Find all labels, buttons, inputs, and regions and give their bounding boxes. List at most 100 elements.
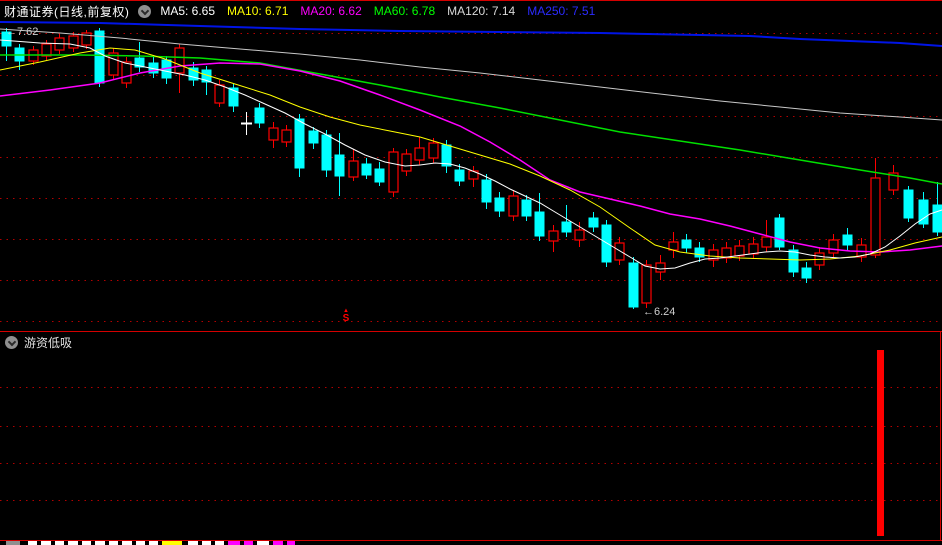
candle-body-down [94, 30, 105, 84]
candle-body-up [388, 151, 399, 193]
candle-body-down [494, 197, 505, 212]
candle [668, 232, 679, 258]
cutoff-text-fragment [68, 541, 78, 545]
candle-body-down [788, 249, 799, 273]
ma-line-MA120 [0, 28, 942, 121]
candle [494, 192, 505, 217]
candle-body-down [774, 217, 785, 248]
cutoff-text-fragment [162, 541, 182, 545]
candle-body-up [174, 47, 185, 74]
candle [655, 255, 666, 280]
candle-body-up [508, 195, 519, 217]
ma-values-row: MA5: 6.65 MA10: 6.71 MA20: 6.62 MA60: 6.78 M… [160, 4, 595, 18]
candle [888, 165, 899, 195]
chart-title: 财通证券(日线,前复权) [4, 4, 130, 19]
candle-body-down [334, 154, 345, 177]
candle [628, 257, 639, 309]
candle-body-down [294, 118, 305, 169]
candle [361, 158, 372, 179]
candle [681, 234, 692, 253]
candle [508, 190, 519, 221]
candle [401, 149, 412, 176]
candle [918, 192, 929, 228]
candle-body-up [655, 262, 666, 273]
low-price-label: ←6.24 [643, 306, 676, 318]
candle [374, 162, 385, 186]
candle [521, 195, 532, 221]
candle-body-down [361, 163, 372, 176]
candle [534, 193, 545, 241]
sell-signal-marker: ▲ S [340, 308, 352, 324]
candle-body-up [121, 61, 132, 84]
candle [254, 103, 265, 128]
cutoff-text-fragment [95, 541, 105, 545]
candle [481, 174, 492, 209]
candle [788, 245, 799, 277]
sell-marker-letter: S [342, 313, 350, 324]
candle-body-down [534, 211, 545, 237]
candle-body-down [254, 107, 265, 124]
candle-body-down [628, 262, 639, 308]
cutoff-text-fragment [244, 541, 253, 545]
ma-line-MA5 [0, 39, 942, 270]
candle-body-down [694, 247, 705, 258]
candle [161, 56, 172, 84]
cutoff-text-fragment [202, 541, 211, 545]
cutoff-text-fragment [215, 541, 224, 545]
candle-body-up [348, 160, 359, 178]
candle [388, 148, 399, 197]
stock-chart-window: 财通证券(日线,前复权) MA5: 6.65 MA10: 6.71 MA20: 6.… [0, 0, 942, 545]
candlestick-chart-canvas[interactable] [0, 0, 942, 545]
candle [801, 262, 812, 283]
cutoff-text-fragment [257, 541, 269, 545]
candle-body-down [454, 169, 465, 182]
candle [574, 222, 585, 247]
candle [81, 30, 92, 49]
candle-body-up [614, 242, 625, 261]
ma-value-label: MA10: 6.71 [227, 4, 289, 18]
candle-body-up [281, 129, 292, 143]
cutoff-text-fragment [41, 541, 51, 545]
candle-body-up [548, 230, 559, 242]
ma-value-label: MA120: 7.14 [447, 4, 516, 18]
candle-body-up [870, 177, 881, 256]
panel-separator-line [0, 331, 942, 332]
candle-body-down [561, 221, 572, 233]
candles-group [1, 28, 942, 309]
cutoff-text-fragment [287, 541, 295, 545]
candle-body-up [214, 84, 225, 104]
title-bar: 财通证券(日线,前复权) MA5: 6.65 MA10: 6.71 MA20: 6.… [4, 2, 595, 20]
candle-body-up [641, 264, 652, 304]
candle-body-down [321, 134, 332, 171]
collapse-chevron-icon[interactable] [138, 4, 152, 18]
candle-body-down [932, 204, 942, 233]
candle [148, 55, 159, 78]
candle [708, 244, 719, 267]
candle-body-up [828, 239, 839, 254]
candle-body-up [748, 243, 759, 255]
candle [281, 125, 292, 147]
candle [134, 42, 145, 72]
candle [903, 186, 914, 222]
cutoff-text-fragment [109, 541, 118, 545]
candle [814, 247, 825, 270]
cutoff-text-fragment [188, 541, 198, 545]
candle [414, 137, 425, 165]
candle-body-up [414, 147, 425, 161]
cutoff-text-fragment [273, 541, 283, 545]
candle-body-down [601, 224, 612, 263]
signal-bar [877, 350, 884, 536]
candle [856, 238, 867, 262]
ma-value-label: MA5: 6.65 [160, 4, 216, 18]
candle-body-up [761, 236, 772, 248]
sub-panel-right-border [940, 331, 941, 540]
candle [241, 112, 252, 135]
signal-bars-group [877, 350, 884, 536]
candle-body-down [374, 168, 385, 183]
cutoff-text-fragment [149, 541, 158, 545]
ma-line-MA60 [0, 54, 942, 185]
sub-panel-chevron-icon[interactable] [5, 336, 18, 349]
candle-body-down [801, 267, 812, 279]
candle-body-down [521, 199, 532, 217]
cutoff-text-fragment [228, 541, 240, 545]
